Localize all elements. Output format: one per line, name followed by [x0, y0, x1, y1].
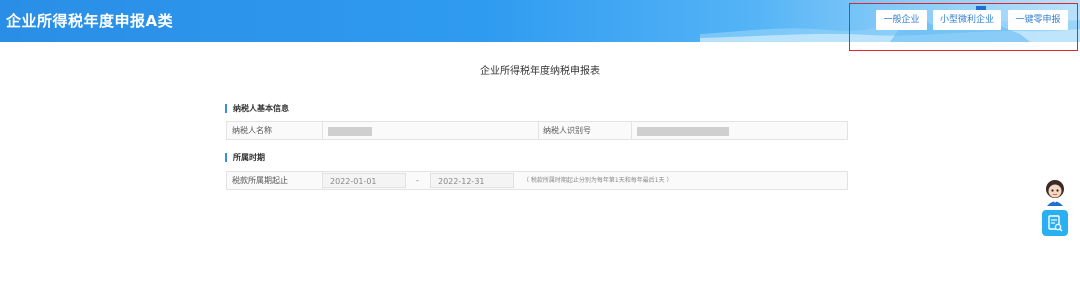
section-title-taxpayer-info: 纳税人基本信息 [225, 104, 289, 113]
period-start-date-input[interactable]: 2022-01-01 [322, 173, 406, 188]
tax-period-hint: （ 税款所属时期起止分别为每年第1天和每年最后1天 ） [523, 177, 673, 184]
section-title-period: 所属时期 [225, 153, 265, 162]
taxpayer-name-value-masked [328, 127, 372, 136]
app-title: 企业所得税年度申报A类 [6, 12, 174, 30]
taxpayer-info-row: 纳税人名称 纳税人识别号 [226, 121, 848, 140]
tax-period-row: 税款所属期起止 2022-01-01 - 2022-12-31 （ 税款所属时期… [226, 171, 848, 190]
date-separator: - [416, 176, 419, 185]
search-document-button[interactable] [1042, 210, 1068, 236]
form-title: 企业所得税年度纳税申报表 [480, 66, 600, 77]
floating-tools [1041, 179, 1069, 237]
taxpayer-id-label: 纳税人识别号 [543, 126, 591, 135]
assistant-avatar-icon[interactable] [1043, 179, 1067, 207]
highlight-annotation-box [849, 3, 1078, 51]
taxpayer-id-value-masked [637, 127, 729, 136]
divider [631, 122, 632, 139]
divider [322, 122, 323, 139]
period-end-date-input[interactable]: 2022-12-31 [430, 173, 514, 188]
taxpayer-name-label: 纳税人名称 [232, 126, 272, 135]
search-document-icon [1048, 215, 1063, 232]
tax-period-label: 税款所属期起止 [232, 176, 288, 185]
